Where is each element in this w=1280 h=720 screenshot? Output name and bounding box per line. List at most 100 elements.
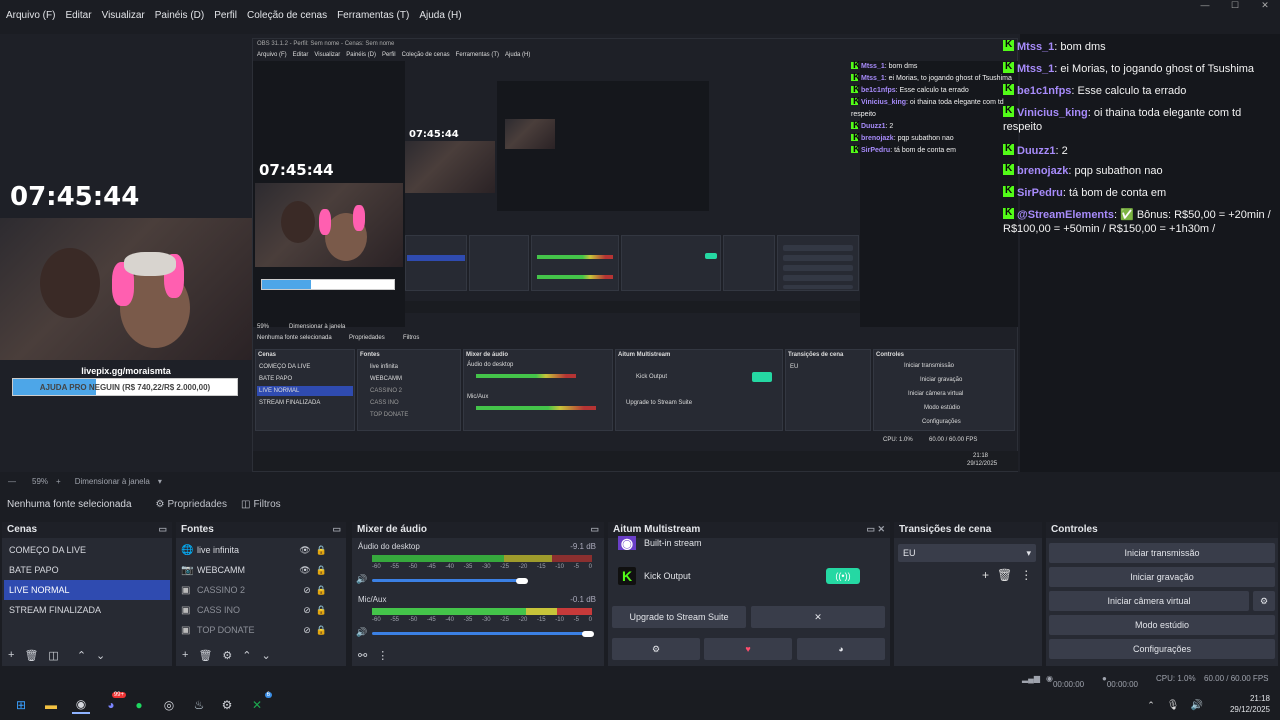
start-recording-button[interactable]: Iniciar gravação — [1049, 567, 1275, 587]
taskbar-date[interactable]: 29/12/2025 — [1214, 705, 1270, 714]
nested-goal-bar — [261, 279, 395, 290]
volume-slider[interactable] — [372, 579, 522, 582]
discord-icon[interactable]: ◕ 99+ — [102, 692, 126, 714]
db-tick: -35 — [463, 617, 473, 623]
dock-close-icon[interactable]: ▭ ✕ — [866, 524, 885, 535]
upgrade-button[interactable]: Upgrade to Stream Suite — [612, 606, 746, 628]
db-tick: -55 — [390, 564, 399, 570]
add-icon[interactable]: + — [8, 649, 14, 661]
settings-button[interactable]: Configurações — [1049, 639, 1275, 659]
source-item[interactable]: 🌐 live infinita 👁🔒 — [178, 540, 336, 560]
speaker-icon[interactable]: 🔊 — [356, 627, 367, 638]
transition-select[interactable]: EU ▾ — [898, 544, 1036, 562]
volume-icon[interactable]: 🔊 — [1188, 696, 1206, 714]
chevron-down-icon[interactable]: ⌄ — [262, 649, 271, 662]
volume-slider[interactable] — [372, 632, 592, 635]
fit-to-window[interactable]: Dimensionar à janela — [75, 477, 150, 486]
source-item[interactable]: 📷 WEBCAMM 👁🔒 — [178, 560, 336, 580]
nested2-clock: 07:45:44 — [409, 129, 459, 140]
trash-icon[interactable]: 🗑 — [997, 568, 1012, 582]
hidden-lock-icons[interactable]: ⊘🔒 — [303, 585, 332, 596]
visibility-lock-icons[interactable]: 👁🔒 — [299, 565, 332, 576]
add-icon[interactable]: + — [982, 568, 989, 582]
virtual-camera-settings-button[interactable]: ⚙ — [1253, 591, 1275, 611]
add-icon[interactable]: + — [182, 649, 188, 661]
zoom-plus[interactable]: + — [56, 477, 61, 486]
nested-chat-text: Esse calculo ta errado — [899, 87, 969, 94]
source-item[interactable]: ▣ CASS INO ⊘🔒 — [178, 600, 336, 620]
taskbar-time[interactable]: 21:18 — [1224, 694, 1270, 703]
close-window-button[interactable]: ✕ — [1250, 0, 1280, 14]
spotify-icon[interactable]: ● — [130, 696, 148, 714]
close-upgrade-button[interactable]: ✕ — [751, 606, 885, 628]
chrome-icon[interactable]: ◉ — [72, 696, 90, 714]
db-tick: -5 — [573, 564, 579, 570]
dock-menu-icon[interactable]: ▭ — [332, 524, 341, 535]
zoom-level[interactable]: 59% — [32, 477, 48, 486]
source-item[interactable]: ▣ TOP DONATE ⊘🔒 — [178, 620, 336, 640]
menu-editar[interactable]: Editar — [65, 10, 91, 21]
windows-start-icon[interactable]: ⊞ — [12, 696, 30, 714]
maximize-button[interactable]: ☐ — [1220, 0, 1250, 14]
discord-button[interactable]: ◕ — [797, 638, 885, 660]
scene-item[interactable]: COMEÇO DA LIVE — [4, 540, 170, 560]
gear-icon[interactable]: ⚙ — [222, 649, 232, 662]
obs-icon[interactable]: ◎ — [160, 696, 178, 714]
properties-button[interactable]: ⚙ Propriedades — [152, 496, 231, 513]
visibility-lock-icons[interactable]: 👁🔒 — [299, 545, 332, 556]
menu-ajuda[interactable]: Ajuda (H) — [419, 10, 461, 21]
controls-dock: Controles Iniciar transmissão Iniciar gr… — [1046, 522, 1278, 666]
steam-icon[interactable]: ♨ — [190, 696, 208, 714]
volume-handle[interactable] — [582, 631, 594, 637]
file-explorer-icon[interactable]: ▬ — [42, 696, 60, 714]
minimize-button[interactable]: — — [1190, 0, 1220, 14]
donate-button[interactable]: ♥ — [704, 638, 792, 660]
volume-handle[interactable] — [516, 578, 528, 584]
chevron-down-icon[interactable]: ⌄ — [96, 649, 105, 662]
menu-colecao-cenas[interactable]: Coleção de cenas — [247, 10, 327, 21]
nested-fps: 60.00 / 60.00 FPS — [929, 437, 978, 443]
transition-actions: + 🗑 ⋮ — [982, 568, 1032, 582]
menu-paineis[interactable]: Painéis (D) — [155, 10, 204, 21]
chat-user: brenojazk — [1017, 165, 1069, 177]
tray-chevron-icon[interactable]: ⌃ — [1142, 696, 1160, 714]
db-tick: -10 — [555, 564, 564, 570]
scene-item[interactable]: BATE PAPO — [4, 560, 170, 580]
dock-menu-icon[interactable]: ▭ — [590, 524, 599, 535]
settings-button[interactable]: ⚙ — [612, 638, 700, 660]
start-virtual-camera-button[interactable]: Iniciar câmera virtual — [1049, 591, 1249, 611]
menu-ferramentas[interactable]: Ferramentas (T) — [337, 10, 409, 21]
trash-icon[interactable]: 🗑 — [198, 649, 212, 662]
hidden-lock-icons[interactable]: ⊘🔒 — [303, 605, 332, 616]
chat-user: be1c1nfps — [1017, 85, 1072, 97]
menu-perfil[interactable]: Perfil — [214, 10, 237, 21]
kick-output-row: K Kick Output ((•)) — [618, 564, 870, 588]
microphone-icon[interactable]: 🎙 — [1164, 696, 1182, 714]
scene-item[interactable]: STREAM FINALIZADA — [4, 600, 170, 620]
menu-visualizar[interactable]: Visualizar — [102, 10, 145, 21]
more-menu-icon[interactable]: ⋮ — [1020, 568, 1032, 582]
trash-icon[interactable]: 🗑 — [24, 649, 38, 662]
chevron-down-icon[interactable]: ▾ — [158, 477, 162, 486]
chevron-up-icon[interactable]: ⌃ — [242, 649, 251, 662]
stream-toggle-button[interactable]: ((•)) — [826, 568, 860, 584]
xbox-icon[interactable]: ✕ 6 — [248, 692, 272, 714]
chevron-up-icon[interactable]: ⌃ — [77, 649, 86, 662]
preview-canvas[interactable]: 07:45:44 livepix.gg/moraismta AJUDA PRO … — [0, 34, 1020, 472]
source-item[interactable]: ▣ CASSINO 2 ⊘🔒 — [178, 580, 336, 600]
start-streaming-button[interactable]: Iniciar transmissão — [1049, 543, 1275, 563]
studio-mode-button[interactable]: Modo estúdio — [1049, 615, 1275, 635]
link-icon[interactable]: ⚯ — [358, 649, 367, 662]
dock-menu-icon[interactable]: ▭ — [158, 524, 167, 535]
hidden-lock-icons[interactable]: ⊘🔒 — [303, 625, 332, 636]
more-menu-icon[interactable]: ⋮ — [377, 649, 388, 662]
scene-item[interactable]: LIVE NORMAL — [4, 580, 170, 600]
zoom-minus[interactable]: — — [8, 477, 16, 486]
filter-icon[interactable]: ◫ — [48, 649, 58, 662]
speaker-icon[interactable]: 🔊 — [356, 574, 367, 585]
no-source-label: Nenhuma fonte selecionada — [7, 498, 132, 510]
filters-button[interactable]: ◫ Filtros — [237, 496, 285, 513]
settings-icon[interactable]: ⚙ — [218, 696, 236, 714]
menu-arquivo[interactable]: Arquivo (F) — [6, 10, 55, 21]
preview-area[interactable]: 07:45:44 livepix.gg/moraismta AJUDA PRO … — [0, 34, 1280, 472]
